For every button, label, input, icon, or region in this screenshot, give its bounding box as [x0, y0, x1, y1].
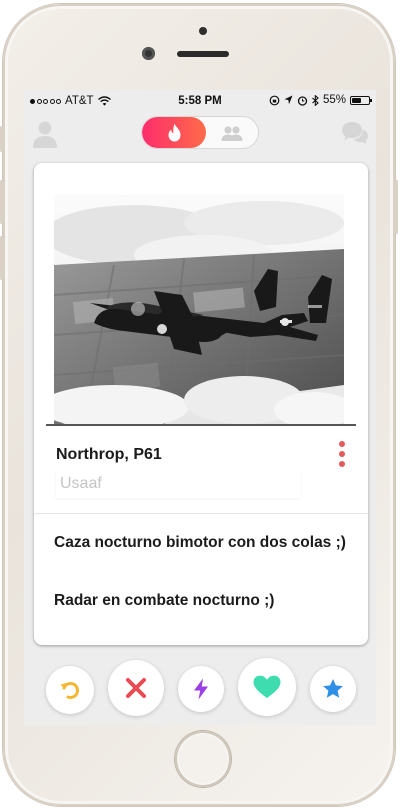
heart-icon [253, 675, 281, 698]
mode-toggle[interactable] [142, 117, 258, 148]
status-bar: AT&T 5:58 PM 55% [24, 90, 376, 112]
flame-icon [168, 123, 180, 142]
chat-bubbles-icon[interactable] [341, 121, 369, 147]
boost-button[interactable] [178, 666, 224, 712]
battery-percent: 55% [322, 94, 346, 106]
rewind-icon [60, 681, 80, 699]
profile-subtitle: Usaaf [56, 470, 300, 498]
like-button[interactable] [238, 658, 296, 716]
card-divider [34, 513, 368, 514]
rewind-button[interactable] [46, 666, 94, 714]
star-icon [323, 679, 343, 698]
close-x-icon [126, 678, 146, 698]
super-like-button[interactable] [310, 666, 356, 712]
tab-group[interactable] [206, 117, 258, 148]
volume-up-button [0, 180, 3, 224]
front-camera [142, 47, 155, 60]
home-button[interactable] [175, 731, 231, 787]
action-bar [24, 654, 376, 716]
more-options-icon[interactable] [334, 439, 350, 469]
tab-discover[interactable] [142, 117, 206, 148]
rotation-lock-icon [269, 95, 280, 105]
profile-photo[interactable] [54, 195, 344, 425]
profile-description: Caza nocturno bimotor con dos colas ;) [54, 534, 346, 551]
proximity-sensor [199, 27, 207, 35]
bluetooth-icon [312, 94, 319, 106]
alarm-clock-icon [297, 95, 308, 106]
nope-button[interactable] [108, 660, 164, 716]
top-navigation [24, 116, 376, 152]
power-button [395, 180, 398, 234]
lightning-icon [194, 678, 208, 700]
photo-divider [46, 424, 356, 426]
screen: AT&T 5:58 PM 55% Northrop, P61 Usaaf Caz… [24, 90, 376, 725]
battery-icon [350, 95, 372, 105]
group-icon [221, 125, 243, 141]
person-icon[interactable] [33, 120, 57, 148]
earpiece-speaker [177, 51, 229, 57]
profile-description-secondary: Radar en combate nocturno ;) [54, 592, 275, 609]
volume-down-button [0, 236, 3, 280]
mute-switch [0, 126, 3, 152]
profile-card[interactable]: Northrop, P61 Usaaf Caza nocturno bimoto… [34, 163, 368, 645]
location-arrow-icon [284, 95, 293, 105]
profile-name: Northrop, P61 [56, 446, 162, 463]
